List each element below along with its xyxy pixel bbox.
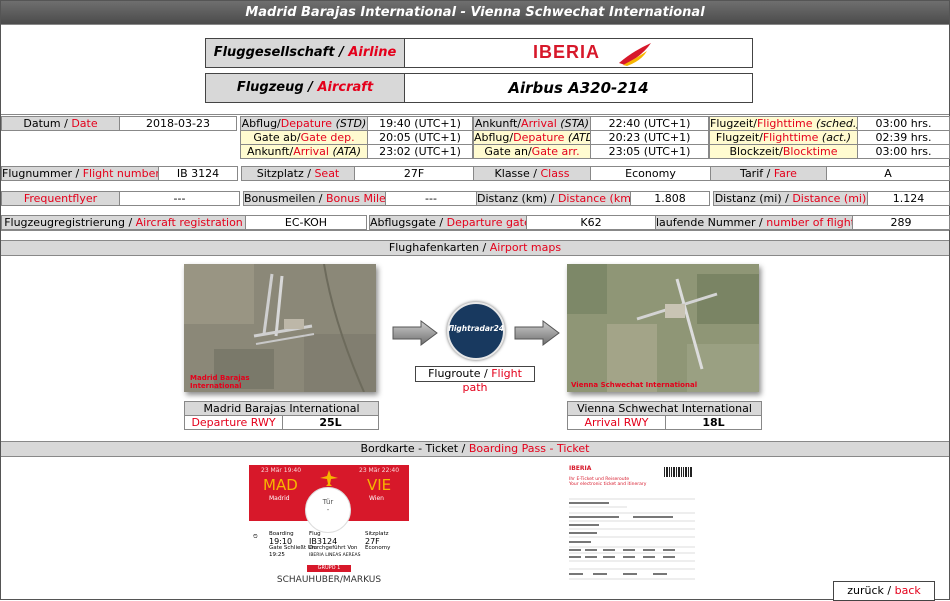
- gate-dep-label: Gate ab/Gate dep.: [240, 130, 368, 145]
- sta-value: 22:40 (UTC+1): [590, 116, 709, 131]
- flight-path-button[interactable]: Flugroute / Flight path: [415, 366, 535, 394]
- class-label: Klasse / Class: [473, 166, 591, 181]
- departure-gate-value: K62: [526, 215, 656, 230]
- page-title: Madrid Barajas International - Vienna Sc…: [1, 1, 949, 24]
- airport-maps-header: Flughafenkarten / Airport maps: [1, 240, 949, 256]
- flight-number-value: IB 3124: [158, 166, 238, 181]
- iberia-logo-icon: [619, 43, 651, 66]
- aircraft-label-de: Flugzeug: [236, 80, 304, 95]
- bp-arr-time: 23 Mär 22:40: [359, 467, 400, 474]
- departure-rwy-value: 25L: [282, 415, 379, 430]
- iberia-logo-text: IBERIA: [533, 42, 601, 62]
- airline-label: Fluggesellschaft / Airline: [205, 38, 405, 68]
- seat-label: Sitzplatz / Seat: [241, 166, 355, 181]
- fare-label: Tarif / Fare: [710, 166, 827, 181]
- bp-seat-block: Sitzplatz 27F Economy: [365, 531, 391, 551]
- date-value: 2018-03-23: [119, 116, 237, 131]
- frequentflyer-label: Frequentflyer: [1, 191, 120, 206]
- distance-km-label: Distanz (km) / Distance (km): [476, 191, 631, 206]
- airplane-icon: [320, 470, 338, 486]
- fare-value: A: [826, 166, 950, 181]
- bp-passenger-name: SCHAUHUBER/MARKUS: [276, 575, 382, 585]
- bp-from: MAD: [263, 476, 298, 494]
- blocktime-label: Blockzeit/Blocktime: [709, 144, 858, 159]
- madrid-map-image: [184, 264, 376, 392]
- madrid-airport-map[interactable]: Madrid Barajas International: [184, 264, 376, 392]
- flight-count-value: 289: [852, 215, 950, 230]
- flighttime-sched-label: Flugzeit/Flighttime (sched.): [709, 116, 858, 131]
- sta-label: Ankunft/Arrival (STA): [473, 116, 591, 131]
- bp-dep-time: 23 Mär 19:40: [261, 467, 302, 474]
- ticket-body-lines: [569, 498, 695, 580]
- flightradar24-text: flightradar24: [447, 324, 505, 333]
- bp-group-badge: GRUPO 1: [307, 565, 351, 572]
- bonus-miles-label: Bonusmeilen / Bonus Miles: [243, 191, 386, 206]
- std-label: Abflug/Depature (STD): [240, 116, 368, 131]
- arrow-right-icon: [514, 320, 560, 346]
- gate-dep-value: 20:05 (UTC+1): [367, 130, 473, 145]
- std-value: 19:40 (UTC+1): [367, 116, 473, 131]
- flighttime-act-label: Flugzeit/Flighttime (act.): [709, 130, 858, 145]
- atd-value: 20:23 (UTC+1): [590, 130, 709, 145]
- distance-mi-value: 1.124: [867, 191, 950, 206]
- vienna-map-caption: Vienna Schwechat International: [571, 381, 698, 389]
- ata-label: Ankunft/Arrival (ATA): [240, 144, 368, 159]
- bonus-miles-value: ---: [385, 191, 477, 206]
- blocktime-value: 03:00 hrs.: [857, 144, 950, 159]
- atd-label: Abflug/Depature (ATD): [473, 130, 591, 145]
- barcode-icon: [664, 467, 692, 477]
- bp-door-circle: Tür -: [305, 487, 351, 533]
- boarding-pass-header: Bordkarte - Ticket / Boarding Pass - Tic…: [1, 441, 949, 457]
- flightradar24-logo[interactable]: flightradar24: [447, 302, 505, 360]
- arrival-rwy-label: Arrival RWY: [567, 415, 666, 430]
- distance-mi-label: Distanz (mi) / Distance (mi): [713, 191, 868, 206]
- departure-rwy-label: Departure RWY: [184, 415, 283, 430]
- gate-arr-label: Gate an/Gate arr.: [473, 144, 591, 159]
- date-label: Datum / Date: [1, 116, 120, 131]
- aircraft-label-en: Aircraft: [317, 80, 374, 95]
- airline-logo-cell: IBERIA: [404, 38, 753, 68]
- departure-gate-label: Abflugsgate / Departure gate: [369, 215, 527, 230]
- airline-label-en: Airline: [348, 45, 397, 60]
- flighttime-act-value: 02:39 hrs.: [857, 130, 950, 145]
- bp-from-city: Madrid: [269, 495, 290, 502]
- arrival-rwy-value: 18L: [665, 415, 762, 430]
- distance-km-value: 1.808: [630, 191, 710, 206]
- registration-value: EC-KOH: [245, 215, 367, 230]
- ticket-logo: IBERIA: [569, 465, 592, 472]
- seat-value: 27F: [354, 166, 474, 181]
- registration-label: Flugzeugregistrierung / Aircraft registr…: [1, 215, 246, 230]
- bp-to: VIE: [367, 476, 392, 494]
- e-ticket-image[interactable]: IBERIA Ihr E-Ticket und Reiseroute Your …: [567, 465, 697, 591]
- bp-flight-block: Flug IB3124 Durchgeführt Von IBERIA LINE…: [309, 531, 361, 558]
- clock-icon: ⏲: [253, 533, 258, 540]
- aircraft-value: Airbus A320-214: [404, 73, 753, 103]
- flight-number-label: Flugnummer / Flight number: [1, 166, 159, 181]
- madrid-map-caption: Madrid Barajas International: [190, 374, 250, 390]
- vienna-airport-map[interactable]: Vienna Schwechat International: [567, 264, 759, 392]
- class-value: Economy: [590, 166, 711, 181]
- flight-count-label: laufende Nummer / number of flights: [655, 215, 853, 230]
- airline-label-de: Fluggesellschaft: [213, 45, 335, 60]
- ata-value: 23:02 (UTC+1): [367, 144, 473, 159]
- ticket-title: Ihr E-Ticket und Reiseroute Your electro…: [569, 477, 647, 487]
- bp-to-city: Wien: [369, 495, 384, 502]
- page: Madrid Barajas International - Vienna Sc…: [0, 0, 950, 601]
- frequentflyer-value: ---: [119, 191, 240, 206]
- gate-arr-value: 23:05 (UTC+1): [590, 144, 709, 159]
- aircraft-label: Flugzeug / Aircraft: [205, 73, 405, 103]
- vienna-map-image: [567, 264, 759, 392]
- back-button[interactable]: zurück / back: [833, 581, 935, 601]
- boarding-pass-image[interactable]: 23 Mär 19:40 23 Mär 22:40 MAD VIE Madrid…: [249, 465, 409, 591]
- arrow-right-icon: [392, 320, 438, 346]
- flighttime-sched-value: 03:00 hrs.: [857, 116, 950, 131]
